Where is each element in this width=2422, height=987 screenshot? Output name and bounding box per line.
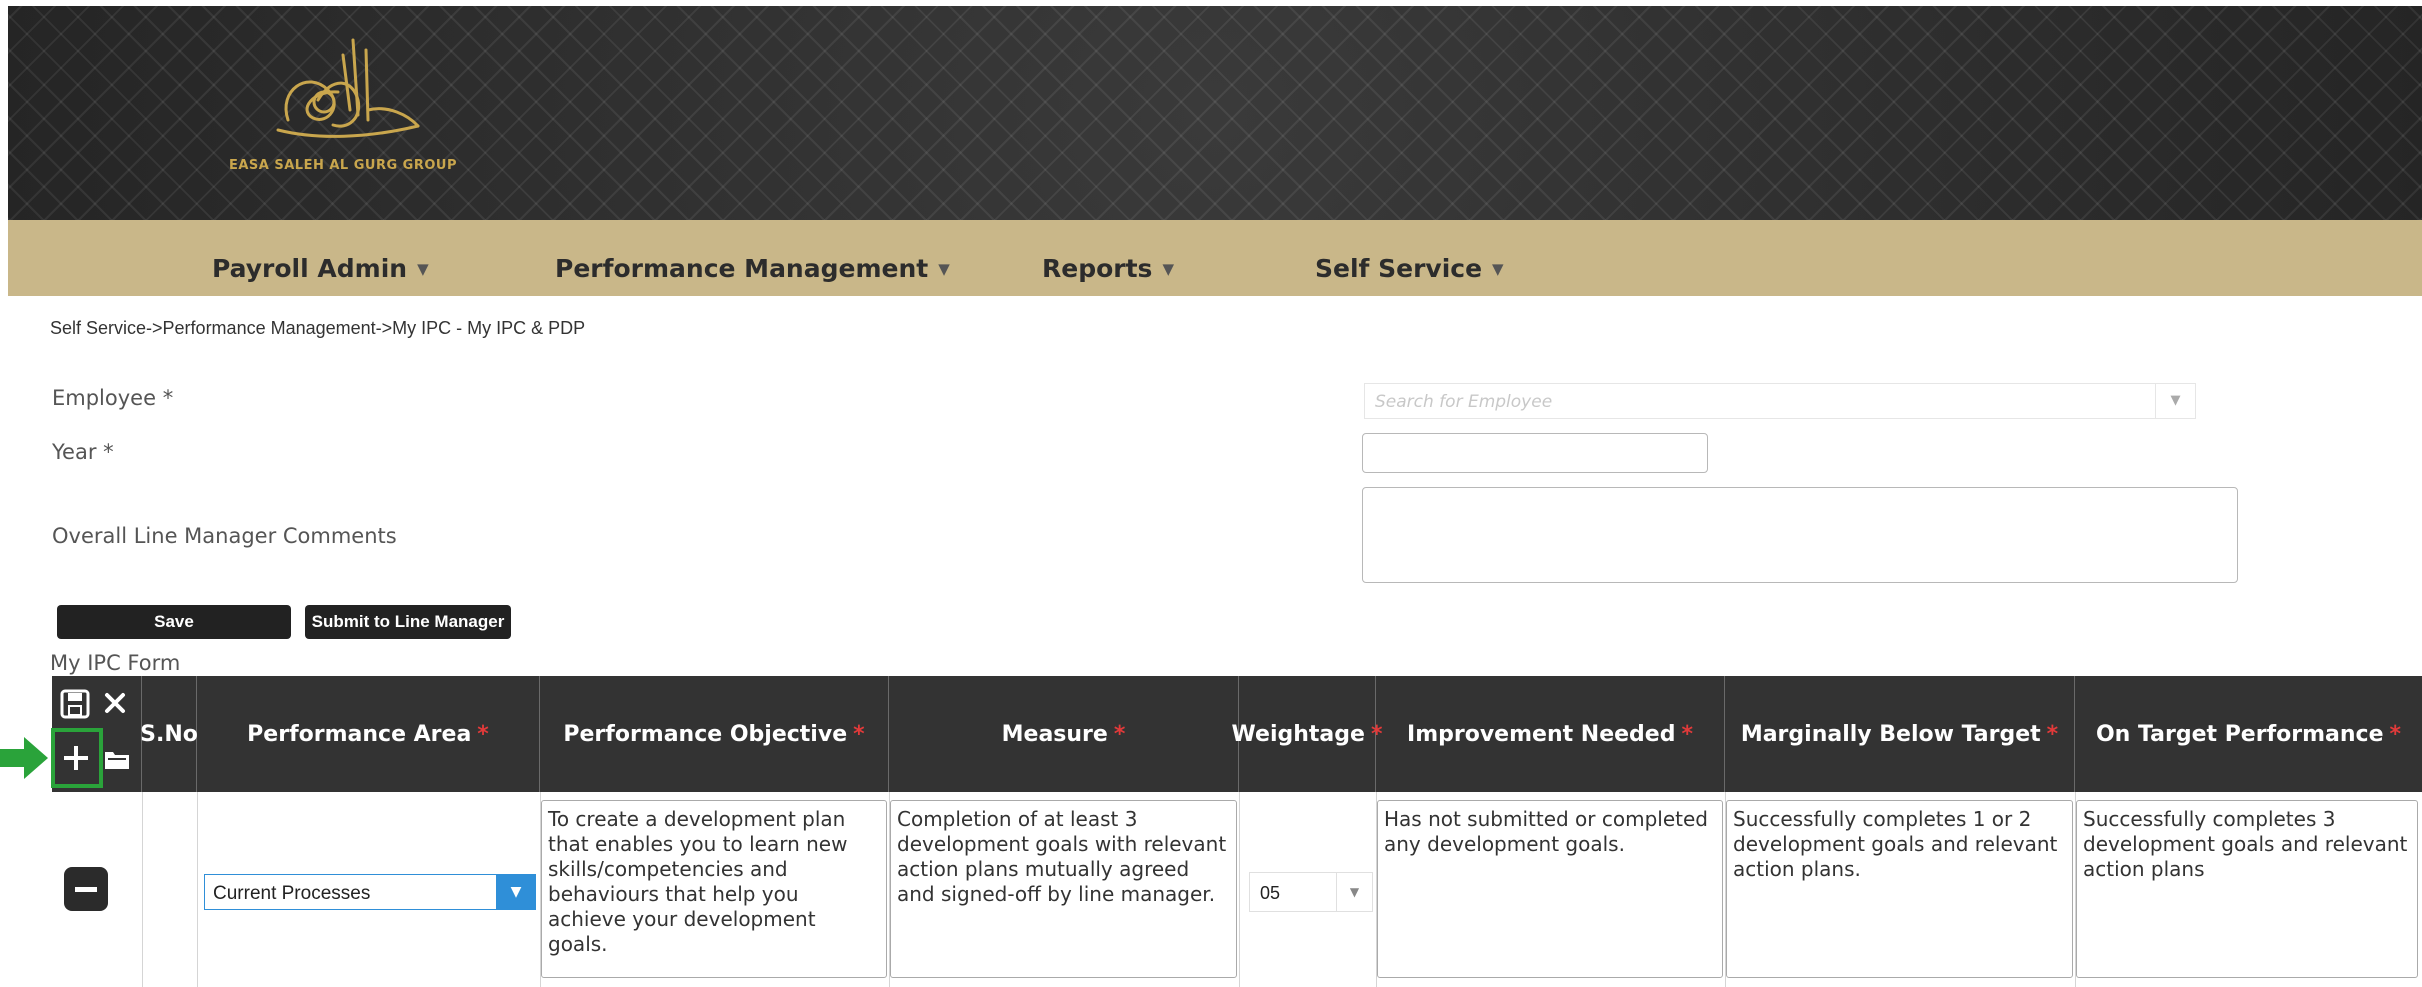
on-target-performance-textarea[interactable]: Successfully completes 3 development goa… (2076, 800, 2418, 978)
employee-search-select[interactable]: Search for Employee ▼ (1364, 383, 2196, 419)
marginally-below-target-textarea[interactable]: Successfully completes 1 or 2 developmen… (1726, 800, 2073, 978)
save-icon[interactable] (60, 689, 90, 719)
header-performance-objective[interactable]: Performance Objective * (540, 676, 889, 792)
remove-row-button[interactable] (64, 867, 108, 911)
required-star: * (853, 721, 865, 747)
header-label: Measure (1001, 721, 1108, 747)
nav-label: Payroll Admin (212, 254, 408, 283)
column-divider (197, 792, 198, 987)
header-label: Marginally Below Target (1740, 721, 2041, 747)
grid-title: My IPC Form (50, 651, 181, 675)
header-banner: EASA SALEH AL GURG GROUP (8, 6, 2422, 220)
weightage-dropdown[interactable]: 05 ▼ (1249, 872, 1373, 912)
calligraphy-logo-icon (276, 38, 420, 138)
nav-label: Reports (1042, 254, 1153, 283)
performance-objective-textarea[interactable]: To create a development plan that enable… (541, 800, 887, 978)
header-on-target-performance[interactable]: On Target Performance * (2075, 676, 2422, 792)
save-button[interactable]: Save (57, 605, 291, 639)
year-label: Year * (52, 440, 114, 464)
header-label: Performance Area (247, 721, 472, 747)
nav-performance-management[interactable]: Performance Management ▼ (555, 254, 950, 283)
add-button-highlight (51, 728, 103, 788)
performance-area-dropdown[interactable]: Current Processes ▼ (204, 874, 536, 910)
nav-payroll-admin[interactable]: Payroll Admin ▼ (212, 254, 429, 283)
measure-textarea[interactable]: Completion of at least 3 development goa… (890, 800, 1237, 978)
employee-label-text: Employee (52, 386, 157, 410)
header-label: S.No (140, 721, 198, 747)
close-icon[interactable] (104, 692, 126, 714)
header-label: Weightage (1231, 721, 1365, 747)
caret-down-icon: ▼ (938, 260, 950, 278)
header-label: Improvement Needed (1407, 721, 1676, 747)
required-star: * (2389, 721, 2402, 747)
performance-area-value: Current Processes (213, 883, 371, 904)
column-divider (142, 792, 143, 987)
header-sno[interactable]: S.No (140, 676, 198, 792)
caret-down-icon: ▼ (1492, 260, 1504, 278)
header-performance-area[interactable]: Performance Area * (197, 676, 540, 792)
improvement-needed-textarea[interactable]: Has not submitted or completed any devel… (1377, 800, 1723, 978)
header-improvement-needed[interactable]: Improvement Needed * (1376, 676, 1725, 792)
required-star: * (1113, 721, 1126, 747)
employee-placeholder: Search for Employee (1375, 392, 1553, 412)
required-mark: * (103, 440, 114, 464)
header-label: On Target Performance (2095, 721, 2384, 747)
required-star: * (1681, 721, 1693, 747)
main-nav: Payroll Admin ▼ Performance Management ▼ R… (8, 220, 2422, 296)
comments-label: Overall Line Manager Comments (52, 524, 397, 548)
folder-icon[interactable] (104, 748, 130, 770)
company-logo: EASA SALEH AL GURG GROUP (213, 30, 473, 190)
header-measure[interactable]: Measure * (889, 676, 1239, 792)
nav-label: Performance Management (555, 254, 929, 283)
nav-label: Self Service (1315, 254, 1483, 283)
year-label-text: Year (52, 440, 97, 464)
nav-self-service[interactable]: Self Service ▼ (1315, 254, 1504, 283)
header-label: Performance Objective (563, 721, 848, 747)
weightage-value: 05 (1260, 883, 1281, 903)
grid-header: S.No Performance Area * Performance Objec… (52, 676, 2422, 792)
year-input[interactable] (1362, 433, 1708, 473)
caret-down-icon: ▼ (417, 260, 429, 278)
employee-label: Employee * (52, 386, 173, 410)
line-manager-comments-input[interactable] (1362, 487, 2238, 583)
header-weightage[interactable]: Weightage * (1232, 676, 1382, 792)
table-row: Current Processes ▼ To create a developm… (52, 792, 2422, 987)
required-star: * (477, 721, 489, 747)
chevron-down-icon[interactable]: ▼ (496, 874, 536, 910)
header-marginally-below-target[interactable]: Marginally Below Target * (1725, 676, 2075, 792)
chevron-down-icon[interactable]: ▼ (2155, 384, 2195, 418)
nav-reports[interactable]: Reports ▼ (1042, 254, 1174, 283)
required-star: * (2046, 721, 2059, 747)
pointer-arrow-icon (0, 737, 48, 779)
caret-down-icon: ▼ (1162, 260, 1174, 278)
chevron-down-icon[interactable]: ▼ (1336, 873, 1372, 911)
brand-name: EASA SALEH AL GURG GROUP (228, 158, 457, 173)
required-mark: * (162, 386, 174, 410)
submit-to-line-manager-button[interactable]: Submit to Line Manager (305, 605, 511, 639)
breadcrumb: Self Service->Performance Management->My… (50, 318, 586, 338)
column-divider (1239, 792, 1240, 987)
